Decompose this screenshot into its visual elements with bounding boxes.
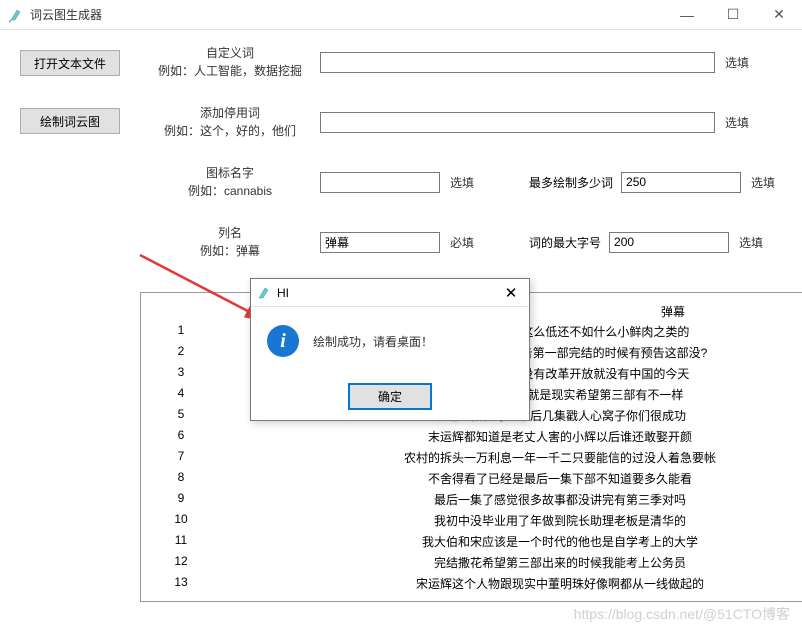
row-number: 3 [141, 365, 221, 382]
stop-words-input[interactable] [320, 112, 715, 133]
label-example: 例如：cannabis [140, 182, 320, 200]
label-text: 添加停用词 [140, 104, 320, 122]
group-max-words: 最多绘制多少词 选填 [529, 172, 775, 193]
row-number: 13 [141, 575, 221, 592]
col-name-hint: 必填 [450, 234, 474, 251]
label-example: 例如：这个，好的，他们 [140, 122, 320, 140]
label-text: 列名 [140, 224, 320, 242]
table-row: 11我大伯和宋应该是一个时代的他也是自学考上的大学 [141, 531, 802, 552]
icon-name-input[interactable] [320, 172, 440, 193]
col-name-input[interactable] [320, 232, 440, 253]
dialog-ok-button[interactable]: 确定 [348, 383, 432, 410]
max-font-hint: 选填 [739, 234, 763, 251]
watermark: https://blog.csdn.net/@51CTO博客 [574, 604, 790, 624]
row-number: 12 [141, 554, 221, 571]
label-text: 自定义词 [140, 44, 320, 62]
row-text: 不舍得看了已经是最后一集下部不知道要多久能看 [221, 470, 802, 487]
row-text: 宋运辉这个人物跟现实中董明珠好像啊都从一线做起的 [221, 575, 802, 592]
label-text: 图标名字 [140, 164, 320, 182]
table-header: 弹幕 [661, 303, 685, 320]
label-icon-name: 图标名字 例如：cannabis [140, 164, 320, 200]
row-text: 农村的拆头一万利息一年一千二只要能信的过没人着急要帐 [221, 449, 802, 466]
row-number: 2 [141, 344, 221, 361]
label-max-words: 最多绘制多少词 [529, 174, 613, 191]
icon-name-hint: 选填 [450, 174, 474, 191]
row-number: 4 [141, 386, 221, 403]
row-stop-words: 添加停用词 例如：这个，好的，他们 选填 [140, 102, 782, 142]
row-text: 完结撒花希望第三部出来的时候我能考上公务员 [221, 554, 802, 571]
row-number: 7 [141, 449, 221, 466]
max-font-input[interactable] [609, 232, 729, 253]
custom-words-input[interactable] [320, 52, 715, 73]
table-row: 13宋运辉这个人物跟现实中董明珠好像啊都从一线做起的 [141, 573, 802, 594]
row-icon-maxwords: 图标名字 例如：cannabis 选填 最多绘制多少词 选填 [140, 162, 782, 202]
dialog-app-icon [257, 286, 271, 300]
window-title: 词云图生成器 [30, 6, 664, 23]
dialog-body: i 绘制成功，请看桌面！ [251, 307, 529, 375]
group-max-font: 词的最大字号 选填 [529, 232, 763, 253]
row-text: 我初中没毕业用了年做到院长助理老板是清华的 [221, 512, 802, 529]
max-words-hint: 选填 [751, 174, 775, 191]
dialog-message: 绘制成功，请看桌面！ [313, 333, 433, 350]
row-text: 最后一集了感觉很多故事都没讲完有第三季对吗 [221, 491, 802, 508]
dialog-titlebar: HI ✕ [251, 279, 529, 307]
custom-words-hint: 选填 [725, 54, 749, 71]
table-row: 10我初中没毕业用了年做到院长助理老板是清华的 [141, 510, 802, 531]
close-button[interactable]: ✕ [756, 0, 802, 30]
row-number: 9 [141, 491, 221, 508]
dialog-title: HI [277, 286, 493, 300]
table-row: 9最后一集了感觉很多故事都没讲完有第三季对吗 [141, 489, 802, 510]
dialog-footer: 确定 [251, 375, 529, 420]
row-number: 10 [141, 512, 221, 529]
draw-button[interactable]: 绘制词云图 [20, 108, 120, 134]
app-icon [8, 7, 24, 23]
stop-words-hint: 选填 [725, 114, 749, 131]
label-max-font: 词的最大字号 [529, 234, 601, 251]
table-row: 6末运辉都知道是老丈人害的小辉以后谁还敢娶开颜 [141, 426, 802, 447]
label-example: 例如：人工智能，数据挖掘 [140, 62, 320, 80]
label-stop-words: 添加停用词 例如：这个，好的，他们 [140, 104, 320, 140]
open-file-button[interactable]: 打开文本文件 [20, 50, 120, 76]
table-row: 12完结撒花希望第三部出来的时候我能考上公务员 [141, 552, 802, 573]
maximize-button[interactable]: ☐ [710, 0, 756, 30]
row-number: 6 [141, 428, 221, 445]
row-number: 5 [141, 407, 221, 424]
row-custom-words: 自定义词 例如：人工智能，数据挖掘 选填 [140, 42, 782, 82]
row-number: 11 [141, 533, 221, 550]
window-titlebar: 词云图生成器 — ☐ ✕ [0, 0, 802, 30]
row-number: 8 [141, 470, 221, 487]
dialog-close-button[interactable]: ✕ [493, 279, 529, 307]
info-icon: i [267, 325, 299, 357]
table-row: 8不舍得看了已经是最后一集下部不知道要多久能看 [141, 468, 802, 489]
max-words-input[interactable] [621, 172, 741, 193]
minimize-button[interactable]: — [664, 0, 710, 30]
info-dialog: HI ✕ i 绘制成功，请看桌面！ 确定 [250, 278, 530, 421]
table-row: 7农村的拆头一万利息一年一千二只要能信的过没人着急要帐 [141, 447, 802, 468]
row-text: 末运辉都知道是老丈人害的小辉以后谁还敢娶开颜 [221, 428, 802, 445]
left-button-panel: 打开文本文件 绘制词云图 [20, 50, 120, 166]
window-controls: — ☐ ✕ [664, 0, 802, 30]
label-custom-words: 自定义词 例如：人工智能，数据挖掘 [140, 44, 320, 80]
row-text: 我大伯和宋应该是一个时代的他也是自学考上的大学 [221, 533, 802, 550]
